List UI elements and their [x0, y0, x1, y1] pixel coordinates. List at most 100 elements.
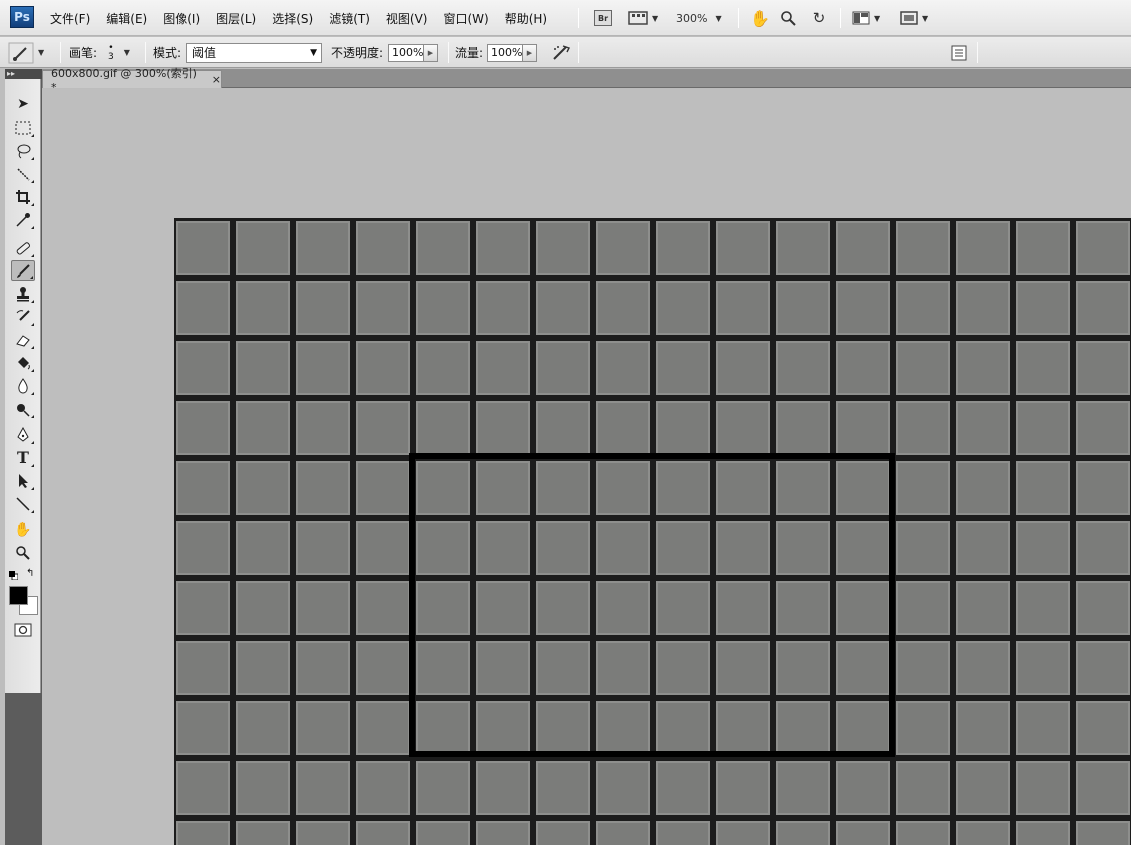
- toolbox: ▸▸ ➤ T ✋ ↰: [5, 69, 42, 845]
- bridge-button[interactable]: Br: [594, 8, 612, 28]
- screen-mode-button[interactable]: ▼: [628, 8, 658, 28]
- airbrush-button[interactable]: [551, 37, 571, 68]
- chevron-down-icon: ▼: [874, 13, 881, 23]
- options-separator: [578, 42, 579, 63]
- menu-view[interactable]: 视图(V): [378, 10, 436, 27]
- options-bar: ▼ 画笔: • 3 ▼ 模式: 阈值 ▼ 不透明度: 100% ▶ 流量: 10…: [0, 37, 1131, 68]
- menu-window[interactable]: 窗口(W): [435, 10, 496, 27]
- line-icon: [16, 496, 30, 511]
- screen-mode-dropdown[interactable]: ▼: [900, 8, 928, 28]
- menu-separator: [738, 8, 739, 28]
- zoom-level-value: 300%: [676, 11, 708, 25]
- arrow-icon: [19, 473, 28, 488]
- layout-icon: [852, 11, 870, 25]
- menu-layer[interactable]: 图层(L): [208, 10, 264, 27]
- menu-help[interactable]: 帮助(H): [497, 10, 555, 27]
- lasso-tool[interactable]: [11, 140, 35, 161]
- quick-mask-icon: [14, 623, 32, 637]
- bucket-icon: [18, 356, 30, 369]
- move-tool[interactable]: ➤: [11, 93, 35, 114]
- zoom-tool-button[interactable]: [778, 8, 798, 28]
- hand-icon: ✋: [14, 521, 32, 538]
- options-separator: [145, 42, 146, 63]
- hand-icon: ✋: [750, 8, 770, 28]
- magic-wand-tool[interactable]: [11, 163, 35, 184]
- magnifier-icon: [16, 545, 30, 560]
- bandage-icon: [16, 241, 30, 254]
- triangle-right-icon: ▶: [526, 48, 533, 57]
- mode-select[interactable]: 阈值 ▼: [186, 37, 322, 68]
- menu-image[interactable]: 图像(I): [155, 10, 208, 27]
- opacity-slider-button[interactable]: ▶: [424, 43, 438, 62]
- flow-slider-button[interactable]: ▶: [523, 43, 537, 62]
- default-colors-button[interactable]: [9, 569, 19, 581]
- arrange-documents-button[interactable]: ▼: [852, 8, 880, 28]
- lasso-icon: [17, 144, 31, 158]
- canvas-area[interactable]: [42, 89, 1131, 845]
- opacity-input[interactable]: 100%: [388, 43, 424, 62]
- flow-label: 流量:: [455, 46, 484, 60]
- quick-mask-button[interactable]: [14, 623, 32, 640]
- opacity-field[interactable]: 100% ▶: [388, 37, 438, 68]
- crop-tool[interactable]: [11, 186, 35, 207]
- chevron-down-icon: ▼: [922, 13, 929, 23]
- swap-colors-button[interactable]: ↰: [26, 568, 34, 579]
- marquee-tool[interactable]: [11, 117, 35, 138]
- pen-tool[interactable]: [11, 424, 35, 445]
- film-icon: [628, 11, 648, 25]
- move-icon: ➤: [17, 95, 29, 112]
- menu-select[interactable]: 选择(S): [264, 10, 321, 27]
- chevron-down-icon: ▼: [310, 47, 317, 58]
- menu-separator: [578, 8, 579, 28]
- stamp-icon: [17, 286, 29, 301]
- document-tab[interactable]: 600x800.gif @ 300%(索引) * ×: [42, 67, 222, 94]
- airbrush-icon: [553, 44, 570, 60]
- document-tab-strip: 600x800.gif @ 300%(索引) * ×: [42, 67, 1131, 94]
- zoom-level-dropdown[interactable]: 300% ▼: [676, 8, 722, 28]
- brush-size-value: 3: [108, 51, 114, 62]
- eraser-icon: [16, 334, 30, 347]
- type-tool[interactable]: T: [11, 447, 35, 468]
- rotate-view-button[interactable]: ↻: [808, 8, 830, 28]
- clone-stamp-tool[interactable]: [11, 283, 35, 304]
- menu-filter[interactable]: 滤镜(T): [321, 10, 378, 27]
- foreground-color-swatch[interactable]: [9, 586, 28, 605]
- hand-tool[interactable]: ✋: [11, 519, 35, 540]
- brush-icon: [17, 263, 30, 278]
- eraser-tool[interactable]: [11, 329, 35, 350]
- blur-tool[interactable]: [11, 375, 35, 396]
- menu-separator: [840, 8, 841, 28]
- flow-input[interactable]: 100%: [487, 43, 523, 62]
- close-icon[interactable]: ×: [212, 73, 221, 86]
- menu-edit[interactable]: 编辑(E): [98, 10, 155, 27]
- flow-field[interactable]: 100% ▶: [487, 37, 537, 68]
- swap-icon: ↰: [26, 568, 35, 579]
- line-tool[interactable]: [11, 493, 35, 514]
- zoom-tool[interactable]: [11, 542, 35, 563]
- bridge-icon: Br: [594, 10, 612, 26]
- panel-icon: [951, 45, 967, 60]
- chevron-down-icon: ▼: [123, 48, 130, 57]
- chevron-down-icon: ▼: [38, 48, 45, 57]
- healing-brush-tool[interactable]: [11, 237, 35, 258]
- hand-tool-button[interactable]: ✋: [750, 8, 770, 28]
- photoshop-logo: Ps: [10, 6, 34, 28]
- brush-panel-button[interactable]: [951, 37, 967, 68]
- mode-label: 模式:: [153, 46, 182, 60]
- path-selection-tool[interactable]: [11, 470, 35, 491]
- magnifier-icon: [781, 11, 796, 26]
- tool-preset-picker[interactable]: ▼: [8, 37, 44, 68]
- brush-size-picker[interactable]: • 3 ▼: [108, 37, 130, 68]
- fullscreen-icon: [900, 11, 918, 25]
- menu-file[interactable]: 文件(F): [50, 10, 98, 27]
- toolbox-collapse[interactable]: ▸▸: [5, 69, 42, 79]
- history-brush-tool[interactable]: [11, 306, 35, 327]
- dodge-tool[interactable]: [11, 398, 35, 419]
- paint-bucket-tool[interactable]: [11, 352, 35, 373]
- eyedropper-tool[interactable]: [11, 209, 35, 230]
- pen-icon: [17, 426, 29, 442]
- brush-tool[interactable]: [11, 260, 35, 281]
- document-canvas[interactable]: [42, 89, 1131, 845]
- mode-select-value: 阈值: [192, 46, 217, 60]
- opacity-label: 不透明度:: [331, 46, 384, 60]
